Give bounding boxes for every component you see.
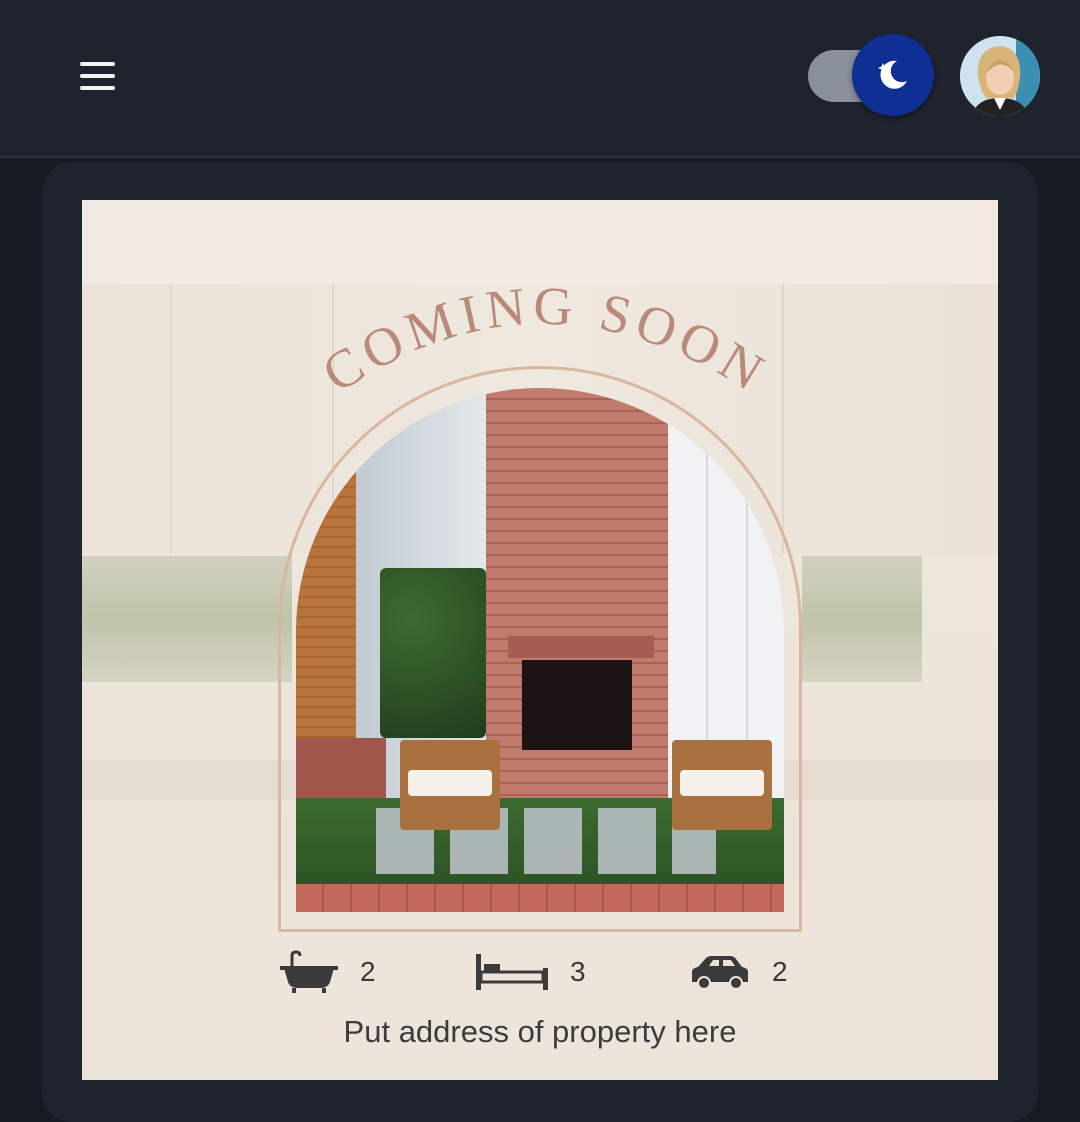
menu-line [79, 62, 115, 66]
photo-brick-edge [296, 884, 784, 912]
property-address: Put address of property here [343, 1014, 737, 1049]
bedrooms-feature: 3 [474, 946, 586, 998]
bedrooms-count: 3 [570, 956, 586, 987]
menu-line [79, 74, 115, 78]
photo-planter [296, 738, 386, 798]
background-ceiling [82, 200, 998, 284]
bathrooms-feature: 2 [278, 946, 376, 998]
parking-feature: 2 [688, 946, 788, 998]
photo-hedge [380, 568, 486, 738]
photo-chair [400, 740, 500, 830]
hamburger-menu-icon[interactable] [72, 54, 122, 98]
moon-stars-icon [852, 34, 934, 116]
background-window [802, 556, 922, 682]
menu-line [79, 86, 115, 90]
background-window [82, 556, 292, 682]
car-icon [688, 952, 752, 992]
top-bar [0, 0, 1080, 158]
patio-fireplace-photo [296, 388, 784, 912]
user-avatar[interactable] [960, 36, 1040, 116]
photo-wood-slats [296, 468, 356, 768]
photo-chair [672, 740, 772, 830]
parking-count: 2 [772, 956, 788, 987]
bathrooms-count: 2 [360, 956, 376, 987]
cabinet-divider [170, 284, 172, 554]
coming-soon-flyer: COMING SOON 2 3 2 Put address of propert… [82, 200, 998, 1080]
photo-mantel [508, 636, 654, 658]
bed-icon [474, 952, 550, 992]
bathtub-icon [278, 950, 340, 994]
theme-toggle[interactable] [808, 34, 934, 116]
property-features: 2 3 2 [278, 946, 798, 998]
photo-firebox [522, 660, 632, 750]
